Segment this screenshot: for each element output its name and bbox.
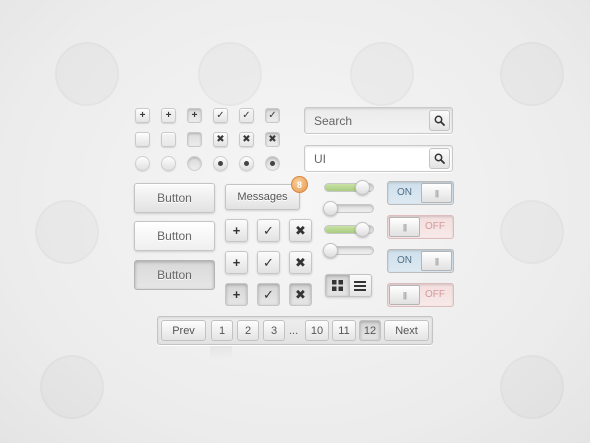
radio-dot [218, 161, 223, 166]
switch-handle[interactable]: ||| [421, 251, 452, 271]
search-button[interactable] [429, 110, 450, 131]
toggle-switch-off[interactable]: OFF ||| [387, 283, 454, 307]
add-button-pressed[interactable]: + [225, 283, 248, 306]
radio-5[interactable] [239, 156, 254, 171]
radio-dot [244, 161, 249, 166]
slider-handle[interactable] [355, 222, 371, 237]
radio-2[interactable] [161, 156, 176, 171]
checkbox-empty-3[interactable] [187, 132, 202, 147]
view-toggle[interactable] [325, 274, 372, 297]
radio-3[interactable] [187, 156, 202, 171]
checkbox-plus-2[interactable]: + [161, 108, 176, 123]
watermark-logo [500, 200, 564, 264]
add-button[interactable]: + [225, 251, 248, 274]
checkbox-plus-1[interactable]: + [135, 108, 150, 123]
page-button-2[interactable]: 2 [237, 320, 259, 341]
pagination: Prev 1 2 3 ... 10 11 12 Next [157, 316, 433, 345]
checkbox-check-1[interactable]: ✓ [213, 108, 228, 123]
button-pressed[interactable]: Button [134, 260, 215, 290]
page-button-10[interactable]: 10 [305, 320, 329, 341]
checkbox-empty-2[interactable] [161, 132, 176, 147]
messages-button[interactable]: Messages [225, 184, 300, 210]
confirm-button[interactable]: ✓ [257, 219, 280, 242]
page-button-3[interactable]: 3 [263, 320, 285, 341]
switch-handle[interactable]: ||| [389, 285, 420, 305]
checkbox-cross-1[interactable]: ✖ [213, 132, 228, 147]
prev-page-button[interactable]: Prev [161, 320, 206, 341]
checkbox-cross-2[interactable]: ✖ [239, 132, 254, 147]
confirm-button[interactable]: ✓ [257, 251, 280, 274]
switch-label: OFF [425, 221, 445, 232]
switch-handle[interactable]: ||| [389, 217, 420, 237]
remove-button[interactable]: ✖ [289, 251, 312, 274]
confirm-button-pressed[interactable]: ✓ [257, 283, 280, 306]
page-button-1[interactable]: 1 [211, 320, 233, 341]
grid-view-icon [332, 280, 343, 291]
toggle-switch-on[interactable]: ON ||| [387, 249, 454, 273]
watermark-logo [500, 355, 564, 419]
search-input[interactable]: Search [314, 114, 352, 128]
switch-handle[interactable]: ||| [421, 183, 452, 203]
add-button[interactable]: + [225, 219, 248, 242]
switch-label: ON [397, 187, 412, 198]
radio-1[interactable] [135, 156, 150, 171]
watermark-logo [350, 42, 414, 106]
messages-count-badge: 8 [291, 176, 308, 193]
list-view-button[interactable] [348, 275, 371, 296]
radio-dot [270, 161, 275, 166]
search-icon [434, 115, 445, 126]
list-view-icon [353, 280, 366, 291]
watermark-logo [40, 355, 104, 419]
toggle-switch-on[interactable]: ON ||| [387, 181, 454, 205]
switch-label: OFF [425, 289, 445, 300]
slider-handle[interactable] [355, 180, 371, 195]
switch-label: ON [397, 255, 412, 266]
slider-handle[interactable] [323, 243, 339, 258]
next-page-button[interactable]: Next [384, 320, 429, 341]
pagination-ellipsis: ... [289, 325, 299, 337]
checkbox-plus-3[interactable]: + [187, 108, 202, 123]
checkbox-empty-1[interactable] [135, 132, 150, 147]
search-field-filled[interactable]: UI [304, 145, 453, 172]
search-field[interactable]: Search [304, 107, 453, 134]
remove-button[interactable]: ✖ [289, 219, 312, 242]
radio-6[interactable] [265, 156, 280, 171]
button-normal[interactable]: Button [134, 183, 215, 213]
page-button-11[interactable]: 11 [332, 320, 356, 341]
checkbox-check-3[interactable]: ✓ [265, 108, 280, 123]
search-button[interactable] [429, 148, 450, 169]
watermark-logo [35, 200, 99, 264]
watermark-logo [500, 42, 564, 106]
radio-4[interactable] [213, 156, 228, 171]
page-button-12-current[interactable]: 12 [359, 320, 381, 341]
watermark-logo [55, 42, 119, 106]
search-icon [434, 153, 445, 164]
button-hover[interactable]: Button [134, 221, 215, 251]
checkbox-cross-3[interactable]: ✖ [265, 132, 280, 147]
checkbox-check-2[interactable]: ✓ [239, 108, 254, 123]
remove-button-pressed[interactable]: ✖ [289, 283, 312, 306]
toggle-switch-off[interactable]: OFF ||| [387, 215, 454, 239]
grid-view-button[interactable] [326, 275, 350, 296]
slider-handle[interactable] [323, 201, 339, 216]
search-input[interactable]: UI [314, 152, 326, 166]
watermark-logo [198, 42, 262, 106]
